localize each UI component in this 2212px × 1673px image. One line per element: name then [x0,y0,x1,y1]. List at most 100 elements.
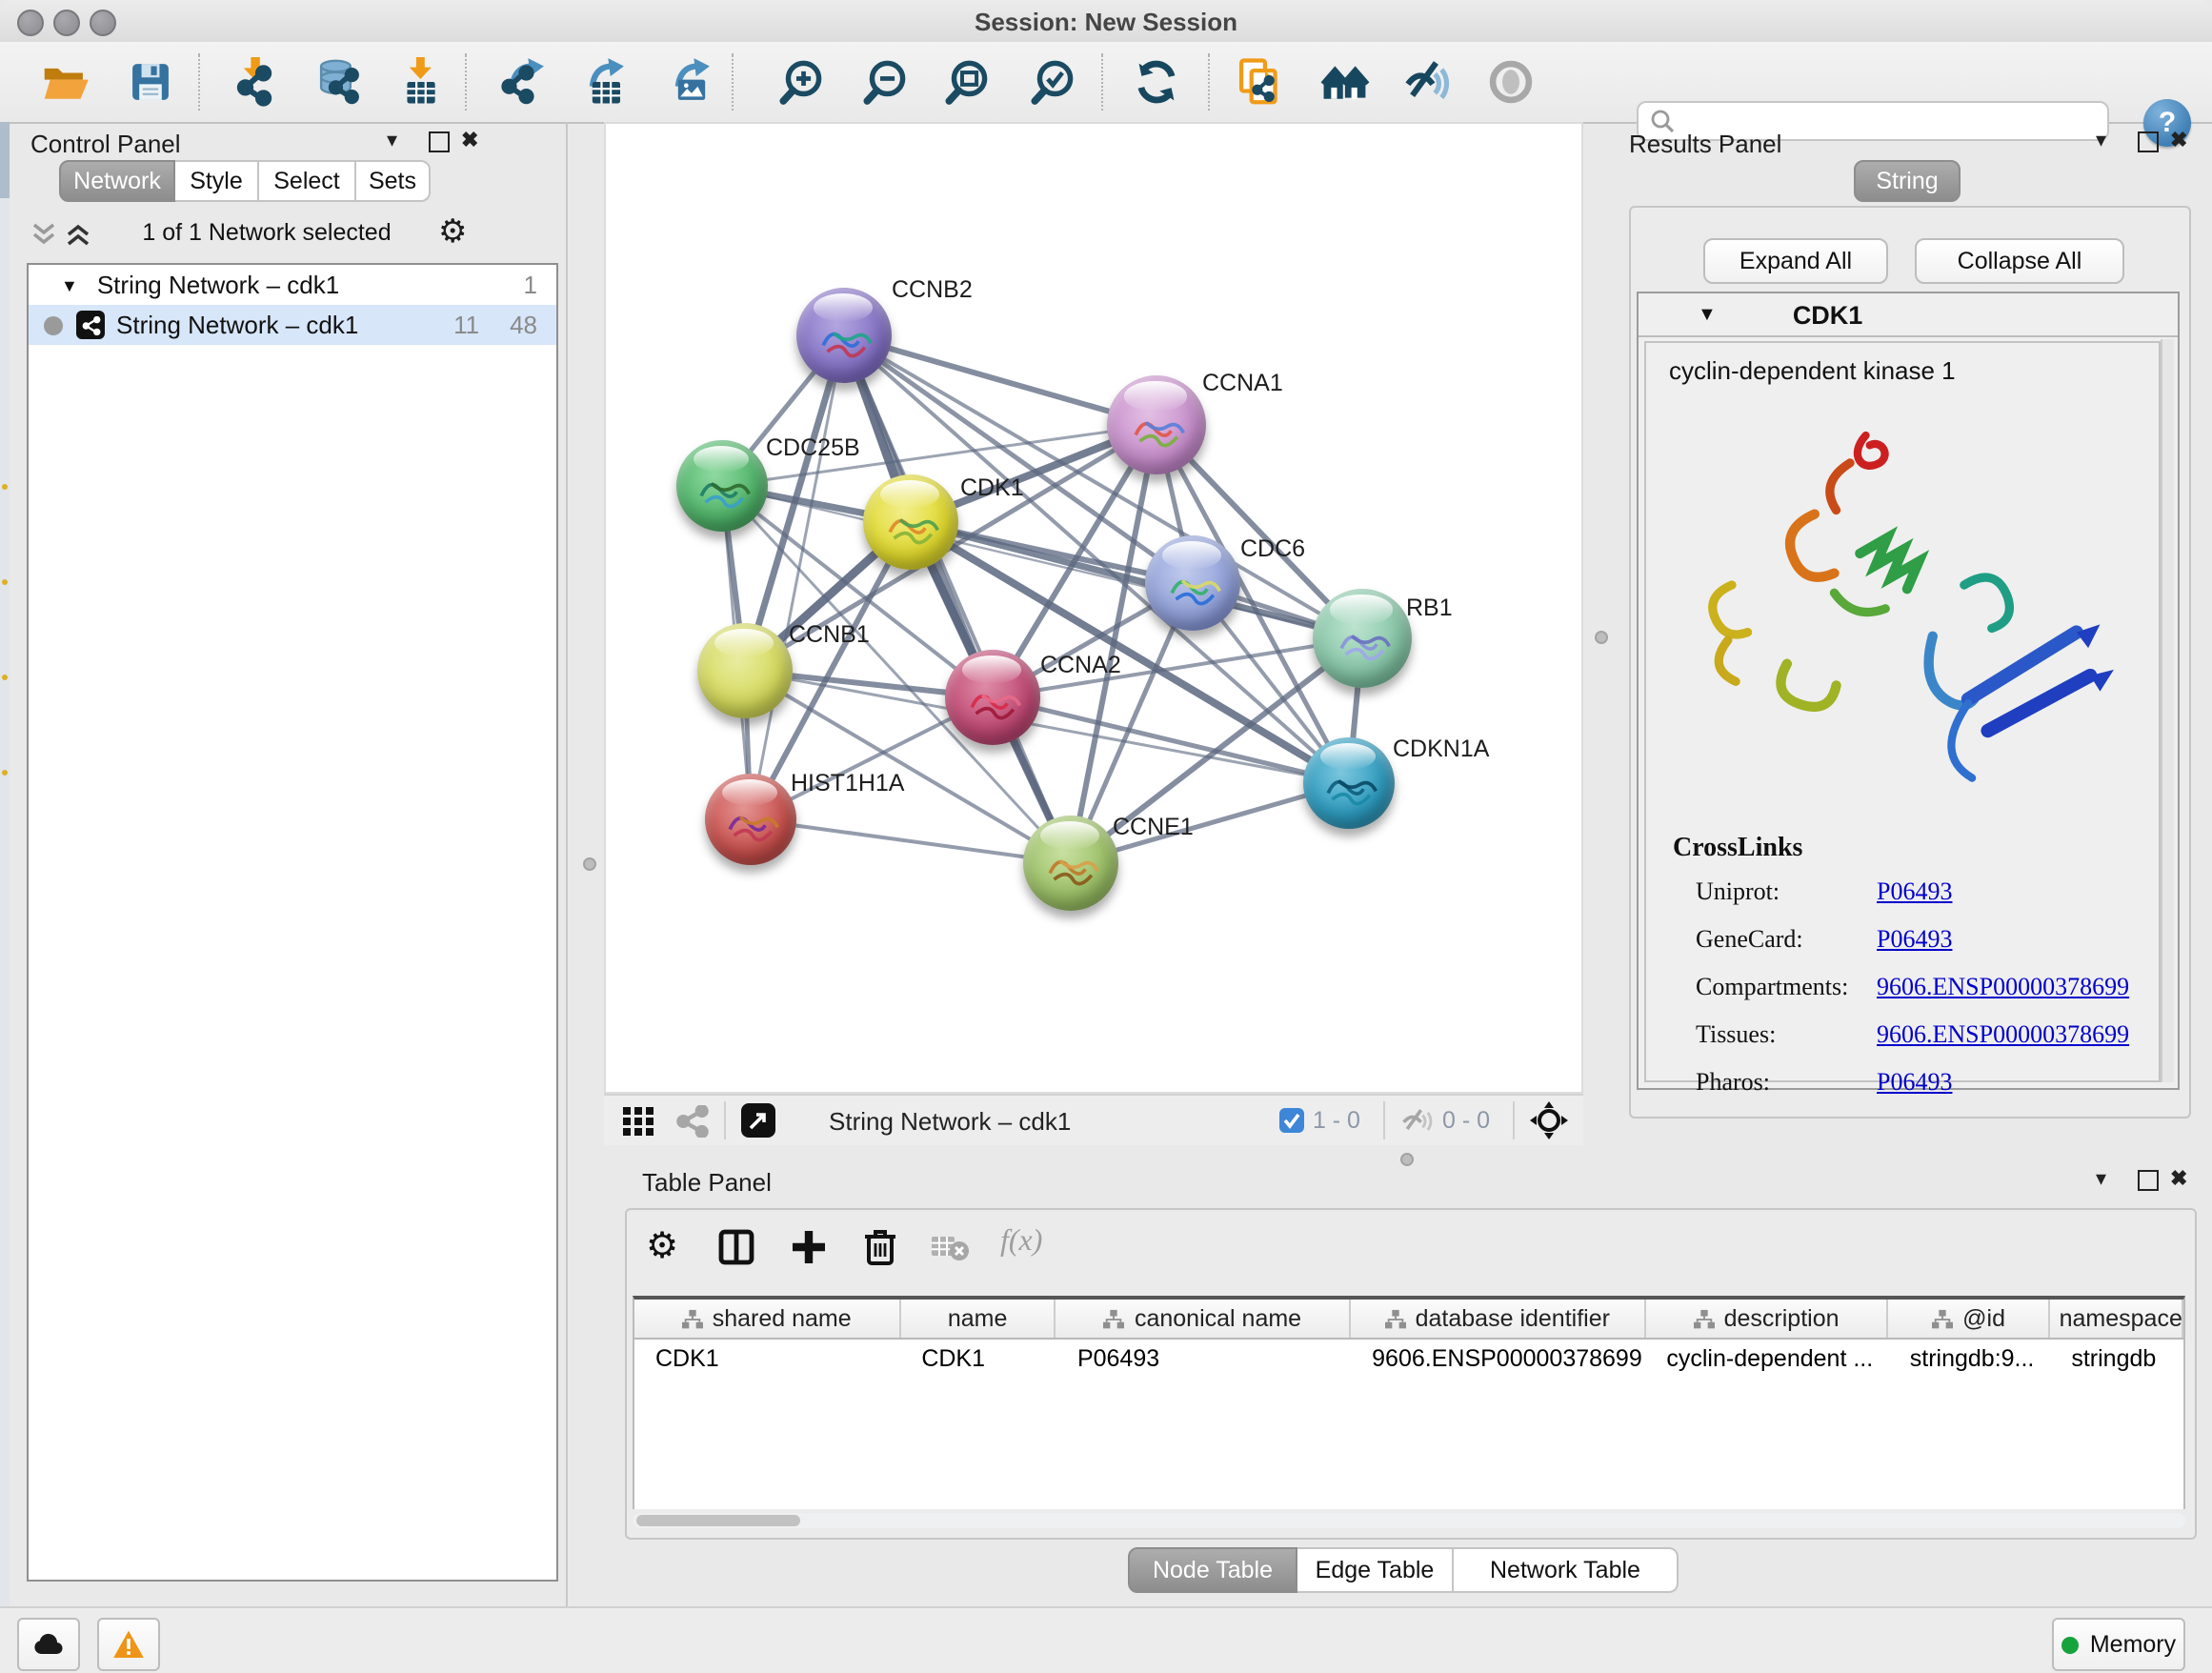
show-home-icon[interactable] [1320,57,1370,107]
network-collection-row[interactable]: ▼ String Network – cdk1 1 [29,265,556,305]
open-session-icon[interactable] [40,57,90,107]
crosslink-value-link[interactable]: 9606.ENSP00000378699 [1877,972,2129,1002]
table-hscrollbar-thumb[interactable] [636,1515,800,1526]
crosslink-value-link[interactable]: 9606.ENSP00000378699 [1877,1019,2129,1050]
column-header-database-identifier[interactable]: database identifier [1351,1300,1645,1338]
selected-checkbox-icon[interactable] [1278,1107,1305,1134]
cloud-status-button[interactable] [17,1618,80,1671]
expand-all-button[interactable]: Expand All [1703,238,1888,284]
save-session-icon[interactable] [126,57,175,107]
network-node-CDK1[interactable] [863,474,958,570]
clear-table-icon[interactable] [932,1235,970,1261]
import-table-from-file-icon[interactable] [398,57,448,107]
zoom-in-icon[interactable] [775,57,825,107]
network-node-CDC25B[interactable] [676,440,768,532]
function-builder-icon[interactable]: f(x) [1000,1225,1042,1260]
right-splitter-handle[interactable] [1595,631,1608,644]
protein-section-header[interactable]: ▼ CDK1 [1639,293,2178,337]
hide-selected-icon[interactable] [1402,57,1452,107]
export-table-icon[interactable] [581,57,631,107]
network-node-CDKN1A[interactable] [1303,737,1395,829]
share-network-icon[interactable] [676,1104,709,1137]
tab-string[interactable]: String [1854,160,1961,202]
network-row[interactable]: String Network – cdk1 11 48 [29,305,556,345]
memory-button[interactable]: Memory [2052,1618,2185,1671]
results-panel-float-icon[interactable] [2138,131,2159,152]
network-node-CCNB1[interactable] [697,623,793,718]
network-node-CCNE1[interactable] [1023,816,1118,911]
network-options-gear-icon[interactable]: ⚙ [438,213,468,252]
column-header-shared-name[interactable]: shared name [634,1300,900,1338]
left-splitter-handle[interactable] [583,857,596,871]
column-header-canonical-name[interactable]: canonical name [1056,1300,1351,1338]
control-panel-tabs: NetworkStyleSelectSets [59,160,431,202]
network-node-RB1[interactable] [1313,589,1412,688]
open-in-window-icon[interactable] [741,1103,775,1138]
title-bar: Session: New Session [0,0,2212,44]
table-hscrollbar [633,1513,2185,1528]
delete-column-icon[interactable] [863,1227,897,1265]
section-expander-icon[interactable]: ▼ [1698,304,1717,325]
network-node-CDC6[interactable] [1145,535,1240,631]
tab-node-table[interactable]: Node Table [1128,1547,1297,1593]
tab-sets[interactable]: Sets [356,160,431,202]
network-node-CCNB2[interactable] [796,288,892,383]
table-cell: CDK1 [900,1340,1056,1378]
tab-select[interactable]: Select [259,160,356,202]
results-scrollbar[interactable] [2161,339,2174,1082]
crosslink-value-link[interactable]: P06493 [1877,924,1952,955]
network-node-HIST1H1A[interactable] [705,774,796,865]
node-label-CDKN1A: CDKN1A [1393,736,1489,762]
column-header-description[interactable]: description [1645,1300,1888,1338]
crosslink-value-link[interactable]: P06493 [1877,1067,1952,1098]
network-node-CCNA2[interactable] [945,650,1040,745]
show-grayed-icon[interactable] [1486,57,1536,107]
network-node-CCNA1[interactable] [1107,375,1206,474]
birdseye-grid-icon[interactable] [623,1106,654,1135]
network-node-count: 11 [453,311,479,339]
results-panel-close-icon[interactable]: ✖ [2170,128,2187,154]
node-label-CDC25B: CDC25B [766,434,860,461]
zoom-selected-icon[interactable] [1027,57,1076,107]
network-from-clipboard-icon[interactable] [1235,57,1284,107]
table-panel-close-icon[interactable]: ✖ [2170,1166,2187,1193]
tab-edge-table[interactable]: Edge Table [1297,1547,1454,1593]
zoom-fit-content-icon[interactable] [941,57,991,107]
column-header-name[interactable]: name [900,1300,1056,1338]
network-canvas[interactable]: CCNB2CCNA1CDC25BCDK1CDC6RB1CCNB1CCNA2CDK… [604,122,1583,1094]
control-panel-close-icon[interactable]: ✖ [461,128,478,154]
refresh-view-icon[interactable] [1132,57,1181,107]
memory-label: Memory [2090,1631,2176,1658]
warning-status-button[interactable] [97,1618,160,1671]
create-column-icon[interactable] [791,1229,827,1265]
tab-network-table[interactable]: Network Table [1454,1547,1679,1593]
collection-expander-icon[interactable]: ▼ [61,275,78,294]
crosslink-value-link[interactable]: P06493 [1877,877,1952,907]
control-panel-float-icon[interactable] [429,131,450,152]
table-row[interactable]: CDK1CDK1P064939606.ENSP00000378699cyclin… [634,1340,2183,1378]
network-edge-count: 48 [510,311,537,339]
tab-network[interactable]: Network [59,160,175,202]
fit-selected-crosshair-icon[interactable] [1530,1101,1568,1139]
import-network-from-database-icon[interactable] [314,57,364,107]
show-columns-icon[interactable] [718,1229,754,1265]
table-panel-float-icon[interactable] [2138,1170,2159,1191]
export-image-icon[interactable] [667,57,716,107]
table-panel-menu-icon[interactable]: ▾ [2096,1166,2106,1193]
column-header--id[interactable]: @id [1889,1300,2051,1338]
expand-all-networks-icon[interactable] [65,221,91,248]
tab-style[interactable]: Style [175,160,259,202]
node-structure-image [964,678,1021,724]
export-network-icon[interactable] [501,57,551,107]
table-tabs: Node TableEdge TableNetwork Table [1128,1547,1679,1593]
collapse-all-button[interactable]: Collapse All [1915,238,2124,284]
results-panel-menu-icon[interactable]: ▾ [2096,128,2106,154]
table-options-gear-icon[interactable]: ⚙ [646,1225,678,1267]
node-structure-image [1128,406,1185,452]
protein-structure-image [1673,412,2145,816]
zoom-out-icon[interactable] [859,57,909,107]
import-network-from-file-icon[interactable] [232,57,282,107]
control-panel-menu-icon[interactable]: ▾ [387,128,397,154]
collapse-all-networks-icon[interactable] [30,221,57,248]
column-header-namespace[interactable]: namespace [2050,1300,2183,1338]
